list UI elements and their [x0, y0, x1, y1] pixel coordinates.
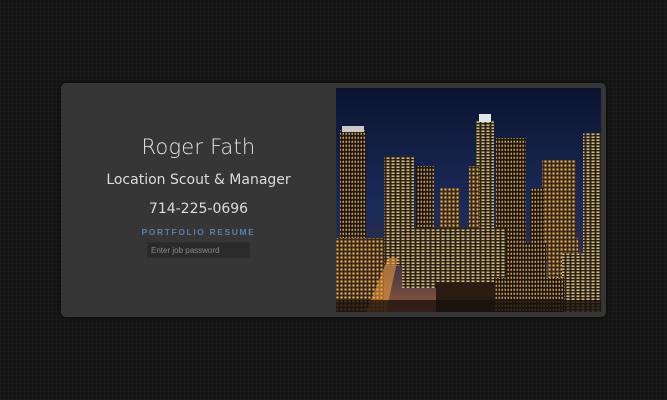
- portfolio-link[interactable]: PORTFOLIO: [142, 227, 206, 237]
- profile-name: Roger Fath: [141, 135, 256, 159]
- profile-card: Roger Fath Location Scout & Manager 714-…: [61, 83, 606, 317]
- city-skyline-image: [336, 88, 601, 312]
- profile-phone: 714-225-0696: [148, 201, 249, 217]
- nav-links: PORTFOLIO RESUME: [61, 227, 336, 237]
- profile-title: Location Scout & Manager: [106, 172, 291, 188]
- resume-link[interactable]: RESUME: [209, 227, 255, 237]
- job-password-input[interactable]: [147, 242, 250, 258]
- profile-info: Roger Fath Location Scout & Manager 714-…: [61, 83, 336, 317]
